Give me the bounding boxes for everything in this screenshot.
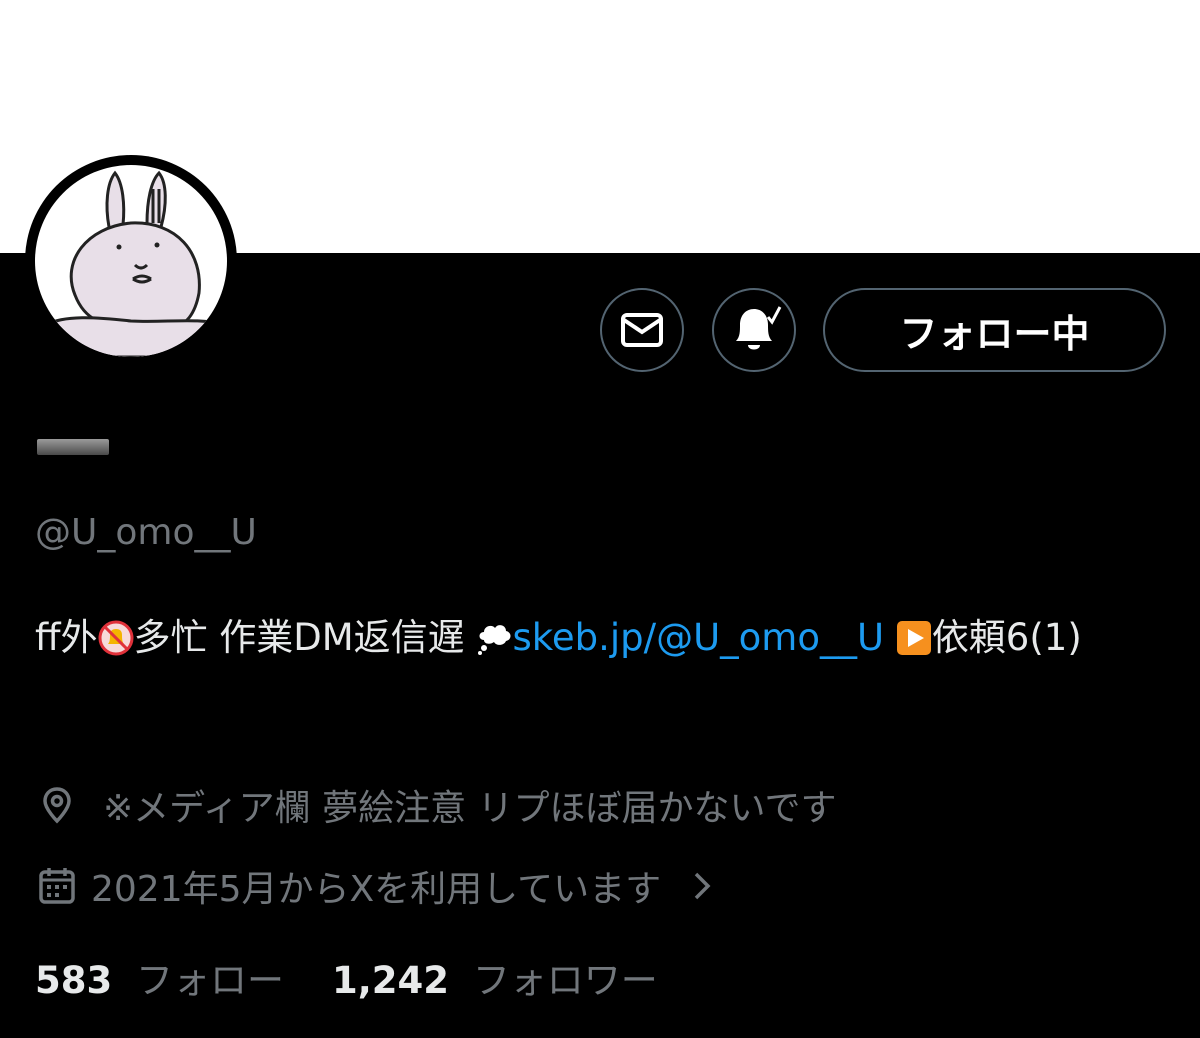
bio-link[interactable]: skeb.jp/@U_omo__U xyxy=(512,616,884,659)
play-button-emoji xyxy=(896,621,931,655)
following-label: フォロー xyxy=(136,959,284,1002)
profile-bio: ff外 多忙 作業DM返信遅 skeb.jp/@U_omo__U 依頼6(1) xyxy=(35,607,1165,669)
joined-date: 2021年5月からXを利用しています xyxy=(91,869,662,910)
followers-label: フォロワー xyxy=(472,959,658,1002)
following-count: 583 xyxy=(35,959,113,1002)
profile-location: ※メディア欄 夢絵注意 リプほぼ届かないです xyxy=(103,788,837,829)
display-name xyxy=(37,439,109,455)
message-button[interactable] xyxy=(600,288,684,372)
followers-link[interactable]: 1,242 フォロワー xyxy=(332,950,658,1004)
location-pin-icon xyxy=(43,787,71,824)
bio-text: 多忙 作業DM返信遅 xyxy=(133,616,477,659)
rabbit-avatar-image xyxy=(35,165,227,357)
username-handle: @U_omo__U xyxy=(35,512,257,553)
bell-check-icon xyxy=(736,306,782,350)
chevron-right-icon xyxy=(694,872,711,900)
bio-text: ff外 xyxy=(35,616,98,659)
no-bell-emoji xyxy=(98,620,133,656)
following-link[interactable]: 583 フォロー xyxy=(35,950,284,1004)
envelope-icon xyxy=(621,313,663,347)
followers-count: 1,242 xyxy=(332,959,450,1002)
location-row: ※メディア欄 夢絵注意 リプほぼ届かないです xyxy=(35,779,836,831)
following-button[interactable]: フォロー中 xyxy=(823,288,1166,372)
thought-balloon-emoji xyxy=(478,625,511,655)
joined-row[interactable]: 2021年5月からXを利用しています xyxy=(35,860,717,912)
calendar-icon xyxy=(39,868,75,904)
avatar[interactable] xyxy=(25,155,237,367)
notifications-button[interactable] xyxy=(712,288,796,372)
bio-text: 依頼6(1) xyxy=(931,616,1082,659)
follow-stats: 583 フォロー 1,242 フォロワー xyxy=(35,950,658,1004)
